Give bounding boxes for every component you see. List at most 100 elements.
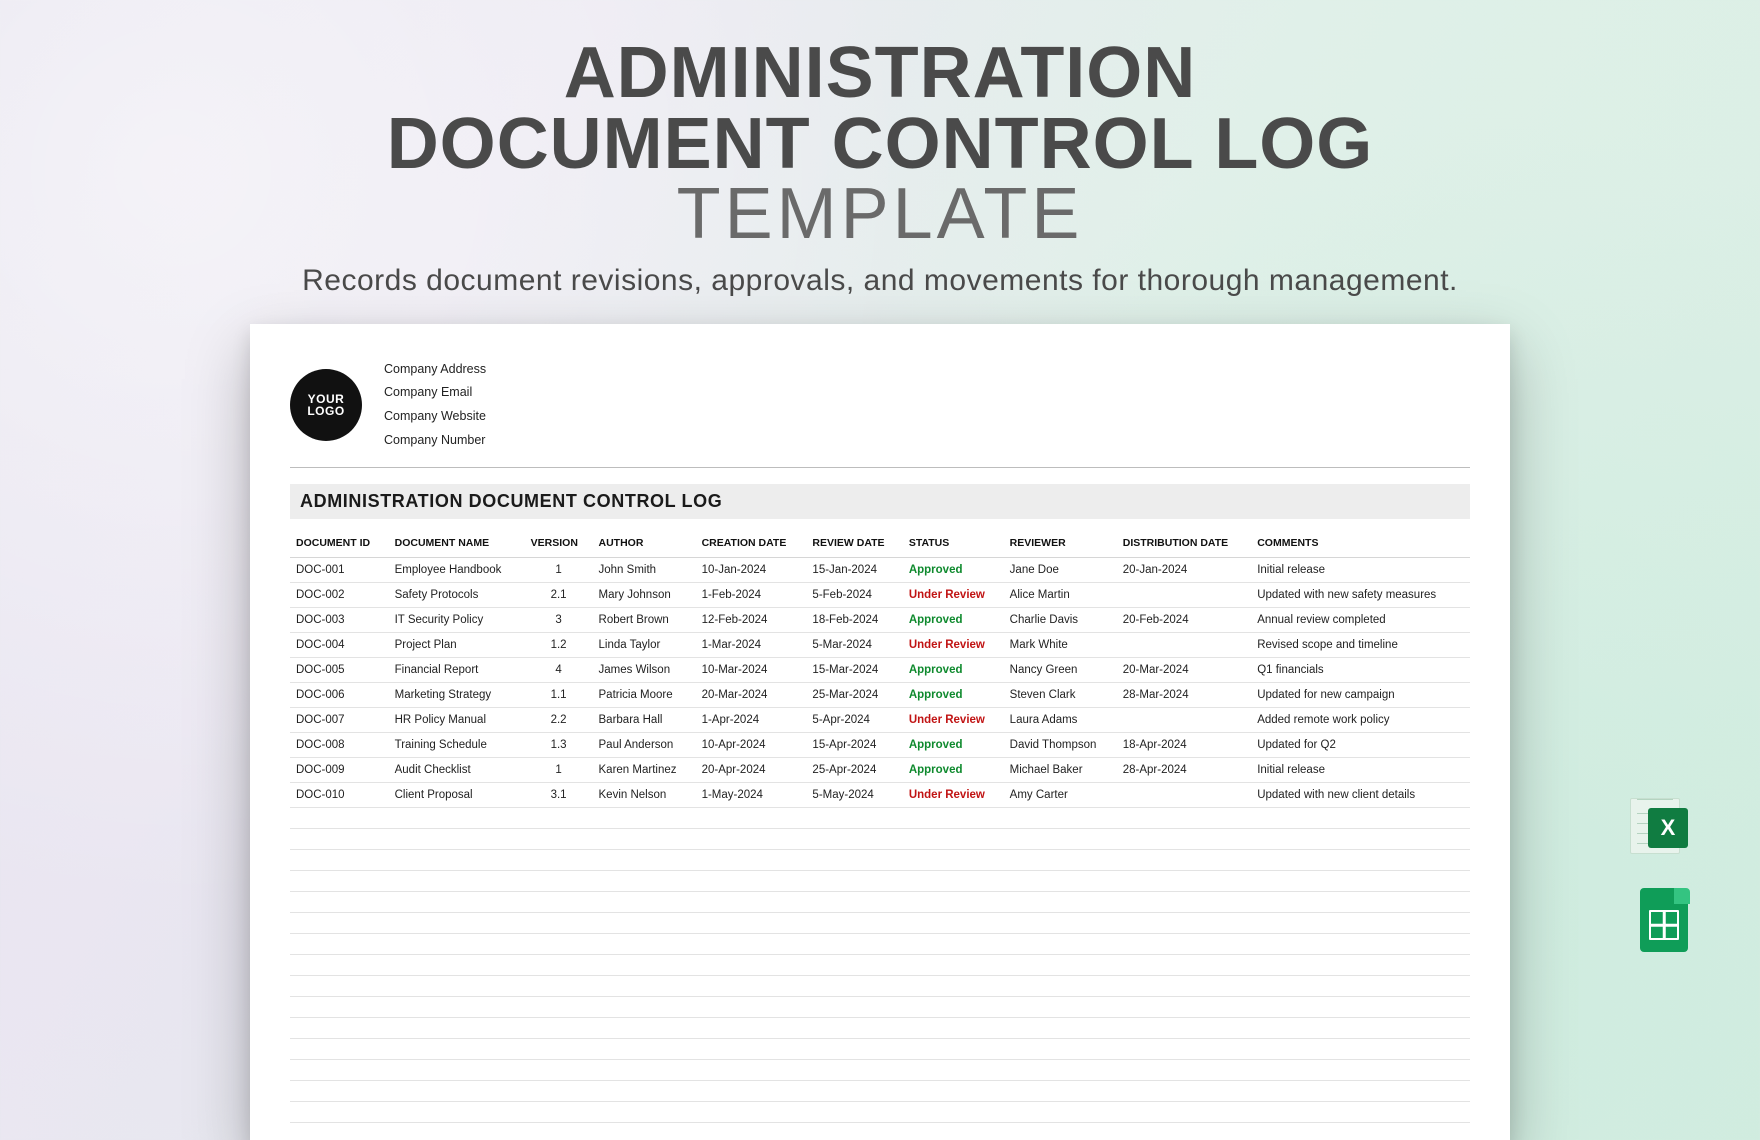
excel-icon: X bbox=[1630, 790, 1702, 862]
cell-version: 3 bbox=[525, 607, 593, 632]
cell-comments: Initial release bbox=[1251, 557, 1470, 582]
col-author: AUTHOR bbox=[593, 529, 696, 558]
cell-document-id: DOC-003 bbox=[290, 607, 389, 632]
hero: ADMINISTRATION DOCUMENT CONTROL LOG TEMP… bbox=[0, 0, 1760, 298]
cell-distribution-date: 18-Apr-2024 bbox=[1117, 732, 1251, 757]
cell-reviewer: Charlie Davis bbox=[1004, 607, 1117, 632]
blank-row bbox=[290, 1102, 1470, 1123]
cell-author: James Wilson bbox=[593, 657, 696, 682]
page-subtitle: Records document revisions, approvals, a… bbox=[0, 264, 1760, 298]
cell-comments: Updated for Q2 bbox=[1251, 732, 1470, 757]
cell-review-date: 15-Jan-2024 bbox=[806, 557, 902, 582]
cell-review-date: 18-Feb-2024 bbox=[806, 607, 902, 632]
company-info: Company Address Company Email Company We… bbox=[384, 358, 486, 453]
cell-reviewer: Laura Adams bbox=[1004, 707, 1117, 732]
document-log-table: DOCUMENT ID DOCUMENT NAME VERSION AUTHOR… bbox=[290, 529, 1470, 808]
blank-row bbox=[290, 913, 1470, 934]
table-row: DOC-004Project Plan1.2Linda Taylor1-Mar-… bbox=[290, 632, 1470, 657]
blank-row bbox=[290, 892, 1470, 913]
blank-row bbox=[290, 829, 1470, 850]
cell-reviewer: Amy Carter bbox=[1004, 782, 1117, 807]
cell-document-name: Employee Handbook bbox=[389, 557, 525, 582]
cell-document-name: Financial Report bbox=[389, 657, 525, 682]
blank-row bbox=[290, 955, 1470, 976]
cell-document-id: DOC-001 bbox=[290, 557, 389, 582]
cell-status: Under Review bbox=[903, 782, 1004, 807]
cell-status: Approved bbox=[903, 757, 1004, 782]
cell-status: Approved bbox=[903, 732, 1004, 757]
cell-status: Under Review bbox=[903, 632, 1004, 657]
cell-status: Approved bbox=[903, 557, 1004, 582]
cell-document-id: DOC-004 bbox=[290, 632, 389, 657]
cell-status: Approved bbox=[903, 607, 1004, 632]
cell-comments: Initial release bbox=[1251, 757, 1470, 782]
blank-row bbox=[290, 1060, 1470, 1081]
google-sheets-icon bbox=[1630, 884, 1702, 956]
cell-document-name: Audit Checklist bbox=[389, 757, 525, 782]
page-title: ADMINISTRATION DOCUMENT CONTROL LOG TEMP… bbox=[0, 38, 1760, 250]
logo-placeholder: YOUR LOGO bbox=[290, 369, 362, 441]
table-row: DOC-007HR Policy Manual2.2Barbara Hall1-… bbox=[290, 707, 1470, 732]
cell-creation-date: 1-May-2024 bbox=[696, 782, 807, 807]
cell-distribution-date bbox=[1117, 707, 1251, 732]
cell-review-date: 5-Feb-2024 bbox=[806, 582, 902, 607]
col-document-name: DOCUMENT NAME bbox=[389, 529, 525, 558]
col-document-id: DOCUMENT ID bbox=[290, 529, 389, 558]
cell-author: Mary Johnson bbox=[593, 582, 696, 607]
table-row: DOC-009Audit Checklist1Karen Martinez20-… bbox=[290, 757, 1470, 782]
company-address: Company Address bbox=[384, 358, 486, 382]
cell-distribution-date: 28-Mar-2024 bbox=[1117, 682, 1251, 707]
blank-row bbox=[290, 1081, 1470, 1102]
table-row: DOC-001Employee Handbook1John Smith10-Ja… bbox=[290, 557, 1470, 582]
table-header-row: DOCUMENT ID DOCUMENT NAME VERSION AUTHOR… bbox=[290, 529, 1470, 558]
cell-author: Kevin Nelson bbox=[593, 782, 696, 807]
cell-creation-date: 10-Apr-2024 bbox=[696, 732, 807, 757]
cell-comments: Revised scope and timeline bbox=[1251, 632, 1470, 657]
cell-status: Under Review bbox=[903, 582, 1004, 607]
cell-comments: Updated for new campaign bbox=[1251, 682, 1470, 707]
letterhead: YOUR LOGO Company Address Company Email … bbox=[290, 358, 1470, 453]
excel-letter: X bbox=[1648, 808, 1688, 848]
cell-author: Paul Anderson bbox=[593, 732, 696, 757]
cell-author: Barbara Hall bbox=[593, 707, 696, 732]
cell-version: 1 bbox=[525, 757, 593, 782]
cell-reviewer: Nancy Green bbox=[1004, 657, 1117, 682]
cell-reviewer: Alice Martin bbox=[1004, 582, 1117, 607]
cell-distribution-date bbox=[1117, 582, 1251, 607]
title-line-2: DOCUMENT CONTROL LOG bbox=[387, 104, 1374, 184]
cell-status: Approved bbox=[903, 682, 1004, 707]
cell-status: Approved bbox=[903, 657, 1004, 682]
title-line-1: ADMINISTRATION bbox=[564, 33, 1197, 113]
cell-review-date: 15-Apr-2024 bbox=[806, 732, 902, 757]
col-review-date: REVIEW DATE bbox=[806, 529, 902, 558]
cell-creation-date: 10-Mar-2024 bbox=[696, 657, 807, 682]
cell-distribution-date: 20-Feb-2024 bbox=[1117, 607, 1251, 632]
cell-review-date: 5-Mar-2024 bbox=[806, 632, 902, 657]
col-creation-date: CREATION DATE bbox=[696, 529, 807, 558]
cell-reviewer: Mark White bbox=[1004, 632, 1117, 657]
cell-author: Robert Brown bbox=[593, 607, 696, 632]
table-row: DOC-002Safety Protocols2.1Mary Johnson1-… bbox=[290, 582, 1470, 607]
cell-document-id: DOC-006 bbox=[290, 682, 389, 707]
cell-document-name: Client Proposal bbox=[389, 782, 525, 807]
cell-comments: Annual review completed bbox=[1251, 607, 1470, 632]
sheet-title-bar: ADMINISTRATION DOCUMENT CONTROL LOG bbox=[290, 484, 1470, 519]
cell-document-id: DOC-002 bbox=[290, 582, 389, 607]
cell-comments: Updated with new client details bbox=[1251, 782, 1470, 807]
blank-row bbox=[290, 1018, 1470, 1039]
cell-creation-date: 10-Jan-2024 bbox=[696, 557, 807, 582]
cell-reviewer: Michael Baker bbox=[1004, 757, 1117, 782]
blank-row bbox=[290, 871, 1470, 892]
logo-text-2: LOGO bbox=[307, 405, 344, 418]
cell-comments: Q1 financials bbox=[1251, 657, 1470, 682]
document-sheet: YOUR LOGO Company Address Company Email … bbox=[250, 324, 1510, 1140]
cell-document-name: IT Security Policy bbox=[389, 607, 525, 632]
blank-row bbox=[290, 976, 1470, 997]
cell-creation-date: 1-Feb-2024 bbox=[696, 582, 807, 607]
cell-creation-date: 20-Apr-2024 bbox=[696, 757, 807, 782]
cell-distribution-date: 28-Apr-2024 bbox=[1117, 757, 1251, 782]
blank-row bbox=[290, 1039, 1470, 1060]
blank-row bbox=[290, 1123, 1470, 1140]
cell-comments: Added remote work policy bbox=[1251, 707, 1470, 732]
cell-document-id: DOC-005 bbox=[290, 657, 389, 682]
